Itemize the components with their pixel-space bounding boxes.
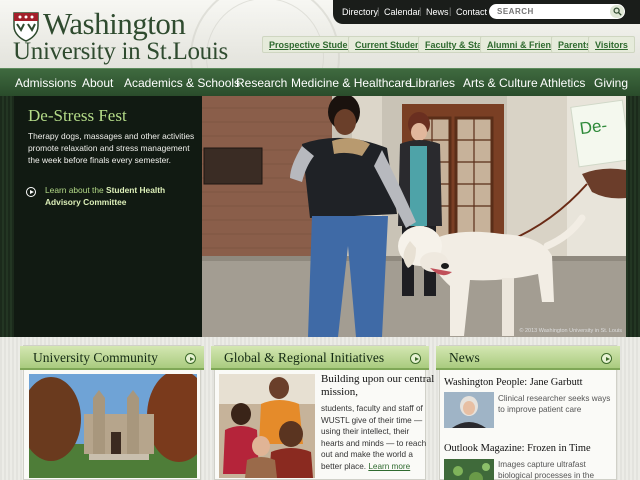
news-thumbnail-science[interactable]	[444, 459, 494, 480]
news-headline[interactable]: Outlook Magazine: Frozen in Time	[444, 443, 591, 454]
utility-bar: Directory | Calendar | News | Contact	[333, 0, 640, 24]
nav-item-giving[interactable]: Giving	[594, 76, 628, 90]
news-description: Images capture ultrafast biological proc…	[498, 460, 595, 480]
arrow-circle-icon[interactable]	[410, 353, 421, 364]
learn-more-link[interactable]: Learn more	[368, 462, 410, 471]
nav-item-admissions[interactable]: Admissions	[15, 76, 76, 90]
news-headline[interactable]: Washington People: Jane Garbutt	[444, 377, 583, 388]
nav-item-athletics[interactable]: Athletics	[540, 76, 585, 90]
search-box	[489, 4, 625, 19]
arrow-circle-icon[interactable]	[185, 353, 196, 364]
utility-separator: |	[377, 6, 380, 16]
nav-item-academics-schools[interactable]: Academics & Schools	[124, 76, 240, 90]
utility-link-contact[interactable]: Contact	[456, 7, 487, 17]
nav-item-arts-culture[interactable]: Arts & Culture	[463, 76, 538, 90]
news-description: Clinical researcher seeks ways to improv…	[498, 394, 611, 414]
panel-title-news: News	[449, 350, 480, 365]
nav-item-medicine-healthcare[interactable]: Medicine & Healthcare	[291, 76, 412, 90]
utility-link-news[interactable]: News	[426, 7, 449, 17]
audience-link-visitors[interactable]: Visitors	[588, 36, 635, 53]
photo-credit: © 2013 Washington University in St. Loui…	[519, 328, 622, 334]
utility-link-directory[interactable]: Directory	[342, 7, 378, 17]
global-body-text: students, faculty and staff of WUSTL giv…	[321, 404, 427, 471]
hero-link-prefix: Learn about the	[45, 185, 107, 195]
search-button[interactable]	[610, 5, 624, 18]
utility-link-calendar[interactable]: Calendar	[384, 7, 421, 17]
panel-header[interactable]: University Community	[20, 346, 204, 370]
hero-title: De-Stress Fest	[28, 106, 127, 125]
hero-text-panel: De-Stress Fest Therapy dogs, massages an…	[14, 96, 202, 337]
search-icon	[612, 7, 622, 16]
hero-description: Therapy dogs, massages and other activit…	[28, 131, 195, 166]
panel-header[interactable]: News	[436, 346, 620, 370]
global-body: students, faculty and staff of WUSTL giv…	[321, 403, 433, 473]
news-thumbnail-portrait[interactable]	[444, 392, 494, 428]
global-headline: Building upon our central mission,	[321, 373, 435, 398]
panel-university-community: University Community	[20, 345, 204, 480]
panel-news: News Washington People: Jane Garbutt Cli…	[436, 345, 620, 480]
logo-wordmark-line1: Washington	[43, 6, 186, 41]
students-with-therapy-dog-illustration: De-	[202, 96, 626, 337]
play-circle-icon	[26, 187, 36, 197]
logo-wordmark-line2: University in St.Louis	[13, 38, 228, 65]
campus-photo[interactable]	[29, 374, 197, 478]
main-navigation: Admissions About Academics & Schools Res…	[0, 68, 640, 96]
panel-title-university-community: University Community	[33, 350, 158, 365]
hero-photo[interactable]: De- © 2013 Washington University in St. …	[202, 96, 626, 337]
utility-separator: |	[449, 6, 452, 16]
nav-item-research[interactable]: Research	[236, 76, 287, 90]
hero-sign-text: De-	[579, 116, 609, 139]
students-volunteering-photo[interactable]	[219, 374, 315, 478]
nav-item-about[interactable]: About	[82, 76, 113, 90]
nav-item-libraries[interactable]: Libraries	[409, 76, 455, 90]
search-input[interactable]	[497, 5, 607, 18]
site-header: Washington University in St.Louis Direct…	[0, 0, 640, 132]
panel-header[interactable]: Global & Regional Initiatives	[211, 346, 429, 370]
utility-separator: |	[419, 6, 422, 16]
panel-global-regional-initiatives: Global & Regional Initiatives Building u…	[211, 345, 434, 480]
arrow-circle-icon[interactable]	[601, 353, 612, 364]
panel-title-global-regional: Global & Regional Initiatives	[224, 350, 385, 365]
